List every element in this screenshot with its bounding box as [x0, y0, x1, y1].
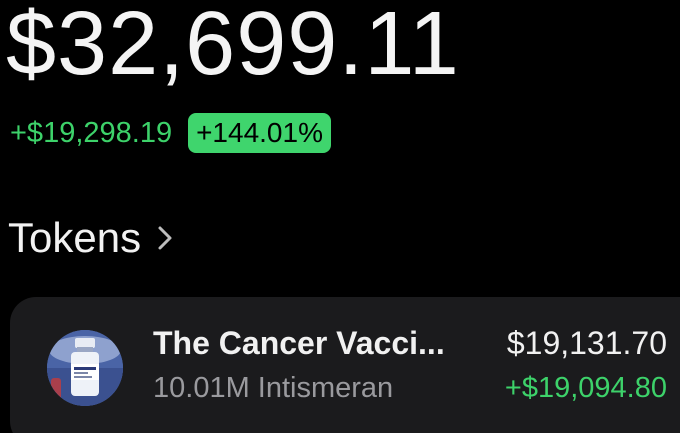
portfolio-change-amount: +$19,298.19: [10, 116, 173, 149]
token-gain: +$19,094.80: [504, 372, 667, 404]
portfolio-balance: $32,699.11: [6, 0, 460, 94]
token-row[interactable]: The Cancer Vacci... $19,131.70 10.01M In…: [10, 297, 680, 433]
token-value: $19,131.70: [506, 325, 667, 361]
token-name: The Cancer Vacci...: [153, 325, 445, 361]
wallet-screen: $32,699.11 +$19,298.19 +144.01% Tokens T…: [0, 0, 680, 433]
portfolio-change-percent-badge: +144.01%: [188, 113, 331, 153]
token-quantity: 10.01M Intismeran: [153, 372, 394, 404]
portfolio-change-row: +$19,298.19 +144.01%: [10, 113, 331, 153]
tokens-section-title: Tokens: [8, 214, 142, 261]
tokens-section-header[interactable]: Tokens: [8, 214, 173, 262]
chevron-right-icon: [158, 226, 172, 250]
vaccine-vial-icon: [47, 330, 123, 406]
